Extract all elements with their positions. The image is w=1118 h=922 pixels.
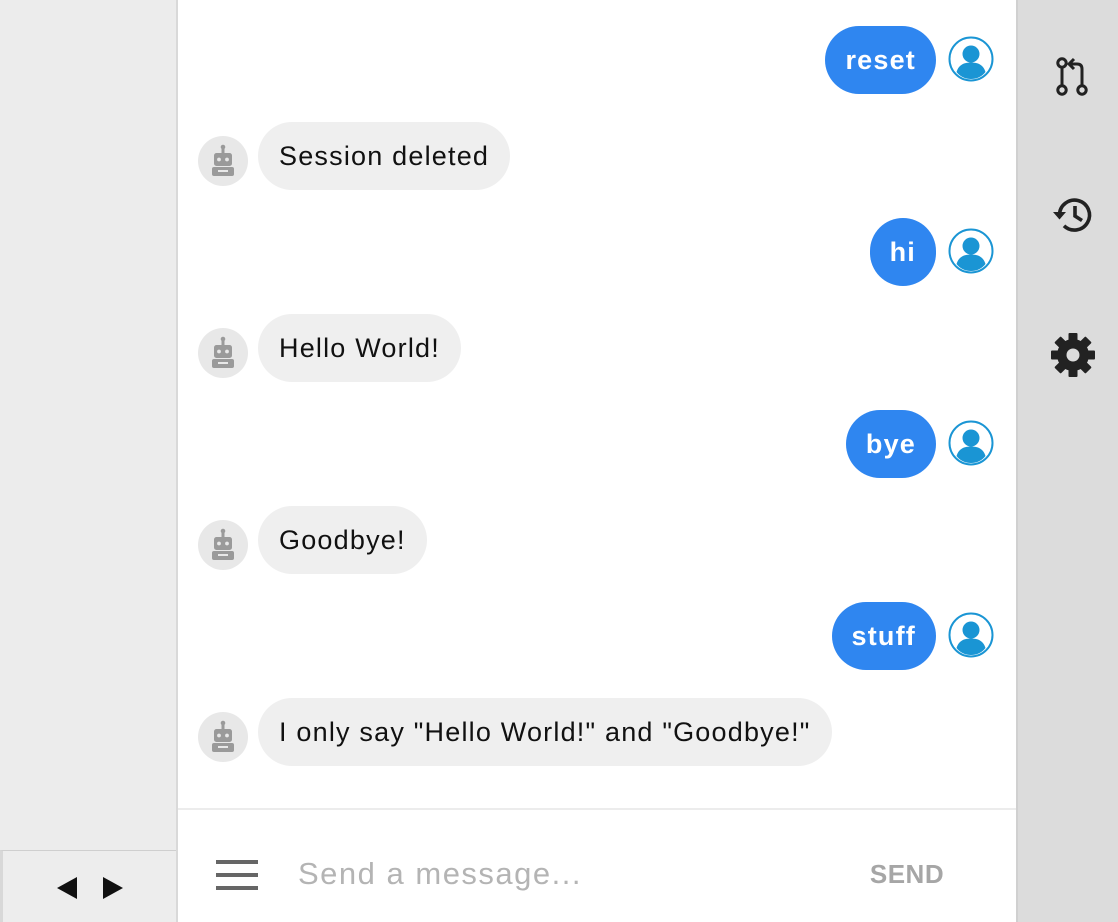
message-row-user: reset	[178, 26, 1016, 94]
bot-message-bubble: Session deleted	[258, 122, 511, 190]
message-row-bot: I only say "Hello World!" and "Goodbye!"	[178, 698, 1016, 766]
user-avatar-icon	[948, 420, 994, 466]
bot-message-bubble: I only say "Hello World!" and "Goodbye!"	[258, 698, 832, 766]
user-message-bubble: stuff	[831, 602, 936, 670]
message-row-bot: Session deleted	[178, 122, 1016, 190]
message-row-bot: Hello World!	[178, 314, 1016, 382]
user-message-bubble: bye	[845, 410, 936, 478]
chat-app: reset Session deleted hi Hello World! by…	[0, 0, 1118, 922]
message-row-user: hi	[178, 218, 1016, 286]
message-row-user: stuff	[178, 602, 1016, 670]
message-input[interactable]	[298, 846, 818, 902]
user-avatar-icon	[948, 228, 994, 274]
robot-icon	[198, 712, 248, 762]
user-message-bubble: hi	[869, 218, 936, 286]
message-list: reset Session deleted hi Hello World! by…	[178, 0, 1016, 808]
bot-message-bubble: Hello World!	[258, 314, 461, 382]
message-row-user: bye	[178, 410, 1016, 478]
hamburger-menu-icon[interactable]	[216, 860, 258, 890]
bot-message-bubble: Goodbye!	[258, 506, 427, 574]
pull-request-icon[interactable]	[1048, 52, 1098, 102]
user-avatar-icon	[948, 36, 994, 82]
message-composer: SEND	[178, 808, 1016, 922]
triangle-right-icon[interactable]	[103, 877, 123, 899]
history-icon[interactable]	[1048, 190, 1098, 240]
user-message-bubble: reset	[825, 26, 936, 94]
robot-icon	[198, 520, 248, 570]
chat-panel: reset Session deleted hi Hello World! by…	[176, 0, 1018, 922]
message-row-bot: Goodbye!	[178, 506, 1016, 574]
gear-icon[interactable]	[1048, 330, 1098, 380]
pager	[0, 850, 176, 922]
user-avatar-icon	[948, 612, 994, 658]
robot-icon	[198, 136, 248, 186]
left-panel	[0, 0, 176, 922]
send-button[interactable]: SEND	[852, 852, 962, 896]
triangle-left-icon[interactable]	[57, 877, 77, 899]
right-toolbar	[1018, 0, 1118, 922]
robot-icon	[198, 328, 248, 378]
